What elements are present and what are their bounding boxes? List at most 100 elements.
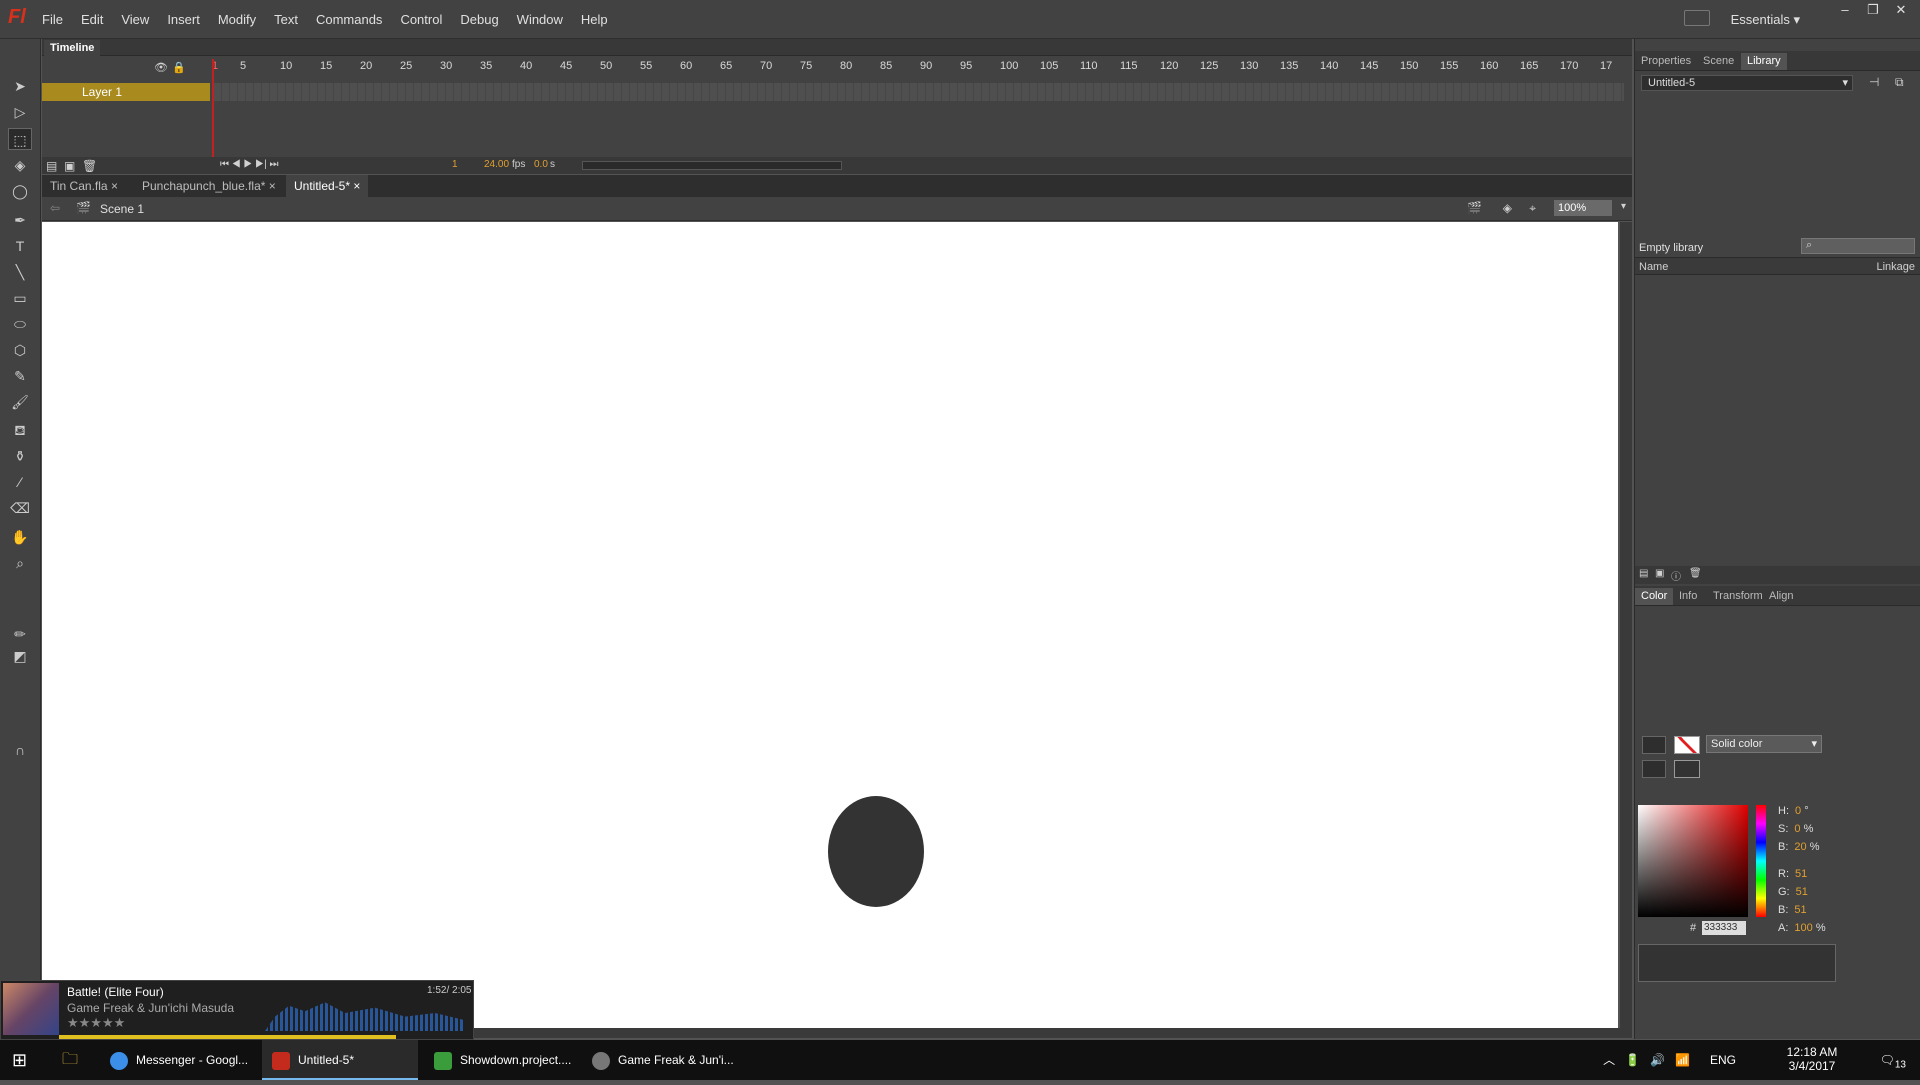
frame-number: 5 xyxy=(240,60,247,72)
taskbar-app[interactable]: Game Freak & Jun'i... xyxy=(592,1040,742,1080)
playback-controls[interactable]: ⏮ ◀ ▶ ▶| ⏭ xyxy=(220,159,278,170)
time-value[interactable]: 0.0 xyxy=(534,159,548,170)
stroke-color-icon[interactable]: ✏ xyxy=(8,623,32,645)
timeline-tab[interactable]: Timeline xyxy=(44,40,101,56)
rectangle-tool-icon[interactable]: ▭ xyxy=(8,287,32,309)
edit-scene-icon[interactable]: 🎬 xyxy=(1467,201,1482,215)
menu-text[interactable]: Text xyxy=(274,12,298,27)
line-tool-icon[interactable]: ╲ xyxy=(8,261,32,283)
library-search-input[interactable]: ⌕ xyxy=(1801,238,1915,254)
tab-info[interactable]: Info xyxy=(1679,590,1697,602)
workspace-switcher[interactable]: Essentials ▾ xyxy=(1731,12,1800,28)
timeline-scrollbar[interactable] xyxy=(582,161,842,170)
lock-icon[interactable]: 🔒 xyxy=(172,61,186,74)
name-column-header[interactable]: Name xyxy=(1639,261,1668,273)
selection-tool-icon[interactable]: ➤ xyxy=(8,75,32,97)
brush-tool-icon[interactable]: 🖌 xyxy=(8,391,32,413)
scene-label[interactable]: Scene 1 xyxy=(100,202,144,216)
taskbar-app[interactable]: Messenger - Googl... xyxy=(110,1040,260,1080)
stage[interactable] xyxy=(42,222,1618,1028)
tray-icons[interactable]: ︿ 🔋 🔊 📶 xyxy=(1603,1040,1690,1080)
close-tab-icon[interactable]: × xyxy=(353,179,360,193)
tab-transform[interactable]: Transform xyxy=(1713,590,1763,602)
eyedropper-tool-icon[interactable]: ⁄ xyxy=(8,471,32,493)
restore-button[interactable]: ❐ xyxy=(1858,0,1888,20)
delete-icon[interactable]: 🗑 xyxy=(1689,568,1702,579)
layer-name-cell[interactable]: Layer 1 xyxy=(42,83,210,101)
menu-debug[interactable]: Debug xyxy=(460,12,498,27)
tab-align[interactable]: Align xyxy=(1769,590,1793,602)
edit-symbols-icon[interactable]: ◈ xyxy=(1503,201,1512,215)
layer-row[interactable]: Layer 1 xyxy=(42,83,1628,101)
pencil-tool-icon[interactable]: ✎ xyxy=(8,365,32,387)
tab-properties[interactable]: Properties xyxy=(1641,55,1691,67)
menu-help[interactable]: Help xyxy=(581,12,608,27)
doc-tab-label: Tin Can.fla xyxy=(50,179,108,193)
menu-modify[interactable]: Modify xyxy=(218,12,256,27)
text-tool-icon[interactable]: T xyxy=(8,235,32,257)
oval-tool-icon[interactable]: ⬭ xyxy=(8,313,32,335)
new-folder-icon[interactable]: ▣ xyxy=(64,159,75,173)
paint-bucket-tool-icon[interactable]: ⛾ xyxy=(8,419,32,441)
lasso-tool-icon[interactable]: ◯ xyxy=(8,180,32,202)
subselection-tool-icon[interactable]: ▷ xyxy=(8,101,32,123)
vertical-scrollbar[interactable] xyxy=(1620,222,1632,1028)
doc-tab[interactable]: Punchapunch_blue.fla* × xyxy=(134,175,284,197)
3d-rotation-tool-icon[interactable]: ◈ xyxy=(8,154,32,176)
new-library-panel-icon[interactable]: ⧉ xyxy=(1895,75,1904,90)
tab-color[interactable]: Color xyxy=(1635,588,1674,605)
tab-library[interactable]: Library xyxy=(1741,53,1787,70)
fps-value[interactable]: 24.00 xyxy=(484,159,509,170)
doc-tab-active[interactable]: Untitled-5* × xyxy=(286,175,369,197)
file-explorer-icon[interactable]: 🗀 xyxy=(62,1040,78,1080)
close-tab-icon[interactable]: × xyxy=(269,179,276,193)
back-arrow-icon[interactable]: ⇦ xyxy=(50,201,60,215)
zoom-select[interactable]: 100% xyxy=(1554,200,1612,216)
taskbar-app-active[interactable]: Untitled-5* xyxy=(262,1040,418,1080)
fill-color-icon[interactable]: ◩ xyxy=(8,645,32,667)
eraser-tool-icon[interactable]: ⌫ xyxy=(8,497,32,519)
free-transform-tool-icon[interactable]: ⬚ xyxy=(8,128,32,150)
new-layer-icon[interactable]: ▤ xyxy=(46,159,57,173)
menu-control[interactable]: Control xyxy=(400,12,442,27)
snap-to-objects-icon[interactable]: ∩ xyxy=(8,739,32,761)
rating-stars[interactable]: ★★★★★ xyxy=(67,1015,125,1031)
action-center-icon[interactable]: 🗨13 xyxy=(1880,1040,1906,1080)
windows-start-icon[interactable]: ⊞ xyxy=(12,1040,27,1080)
tab-scene[interactable]: Scene xyxy=(1703,55,1734,67)
current-frame[interactable]: 1 xyxy=(452,159,458,170)
layer-frames[interactable] xyxy=(214,83,1624,101)
menu-window[interactable]: Window xyxy=(517,12,563,27)
pen-tool-icon[interactable]: ✒ xyxy=(8,209,32,231)
oval-shape[interactable] xyxy=(828,796,924,907)
clock[interactable]: 12:18 AM 3/4/2017 xyxy=(1762,1040,1862,1080)
sync-settings-icon[interactable] xyxy=(1684,10,1710,26)
language-indicator[interactable]: ENG xyxy=(1710,1040,1736,1080)
menu-commands[interactable]: Commands xyxy=(316,12,382,27)
pin-icon[interactable]: ⊣ xyxy=(1869,75,1879,89)
hand-tool-icon[interactable]: ✋ xyxy=(8,526,32,548)
menu-insert[interactable]: Insert xyxy=(167,12,200,27)
polystar-tool-icon[interactable]: ⬡ xyxy=(8,339,32,361)
properties-icon[interactable]: ⓘ xyxy=(1671,568,1681,583)
minimize-button[interactable]: – xyxy=(1830,0,1860,20)
linkage-column-header[interactable]: Linkage xyxy=(1876,261,1915,273)
zoom-tool-icon[interactable]: ⌕ xyxy=(8,552,32,574)
menu-edit[interactable]: Edit xyxy=(81,12,103,27)
new-folder-icon[interactable]: ▣ xyxy=(1655,568,1664,579)
doc-tab[interactable]: Tin Can.fla × xyxy=(42,175,126,197)
eye-icon[interactable]: 👁 xyxy=(154,61,168,74)
delete-layer-icon[interactable]: 🗑 xyxy=(82,159,97,173)
taskbar-app[interactable]: Showdown.project.... xyxy=(434,1040,584,1080)
menu-file[interactable]: File xyxy=(42,12,63,27)
close-button[interactable]: ✕ xyxy=(1886,0,1916,20)
new-symbol-icon[interactable]: ▤ xyxy=(1639,568,1648,579)
center-stage-icon[interactable]: ⌖ xyxy=(1529,201,1536,216)
close-tab-icon[interactable]: × xyxy=(111,179,118,193)
media-notification[interactable]: Battle! (Elite Four) Game Freak & Jun'ic… xyxy=(0,980,474,1040)
frame-ruler[interactable]: 1 5 10 15 20 25 30 35 40 45 50 55 60 65 … xyxy=(206,57,1626,75)
library-document-select[interactable]: Untitled-5 ▾ xyxy=(1641,75,1853,91)
menu-view[interactable]: View xyxy=(121,12,149,27)
chevron-down-icon[interactable]: ▾ xyxy=(1621,201,1626,212)
ink-bottle-tool-icon[interactable]: ⚱ xyxy=(8,445,32,467)
